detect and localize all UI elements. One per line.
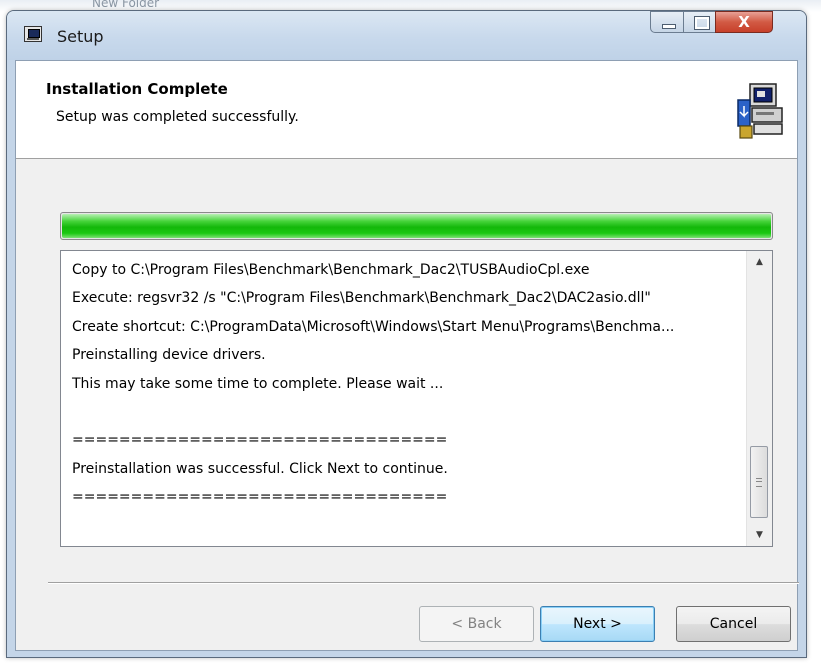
next-button[interactable]: Next > — [540, 606, 655, 642]
install-log-lines: Copy to C:\Program Files\Benchmark\Bench… — [61, 251, 746, 546]
window-title: Setup — [57, 27, 104, 46]
title-bar[interactable]: Setup X — [7, 11, 806, 60]
dialog-header: Installation Complete Setup was complete… — [16, 61, 797, 159]
close-icon: X — [738, 13, 750, 31]
dialog-client-area: Installation Complete Setup was complete… — [15, 60, 799, 651]
minimize-button[interactable] — [650, 11, 684, 33]
log-line: Preinstallation was successful. Click Ne… — [72, 460, 448, 477]
back-button[interactable]: < Back — [419, 606, 534, 642]
log-line: ================================ — [72, 432, 448, 449]
page-subtitle: Setup was completed successfully. — [56, 109, 299, 125]
page-title: Installation Complete — [46, 80, 228, 98]
scroll-up-arrow-icon[interactable]: ▲ — [747, 251, 772, 273]
progress-bar-fill — [62, 214, 771, 238]
maximize-icon — [694, 16, 710, 30]
log-line: Execute: regsvr32 /s "C:\Program Files\B… — [72, 290, 651, 307]
minimize-icon — [662, 24, 676, 29]
progress-bar — [60, 212, 773, 240]
log-scrollbar[interactable]: ▲ ▼ — [746, 251, 772, 546]
install-log[interactable]: Copy to C:\Program Files\Benchmark\Bench… — [60, 250, 773, 547]
scroll-thumb[interactable] — [750, 446, 768, 518]
cancel-button[interactable]: Cancel — [676, 606, 791, 642]
background-folder-label: New Folder — [92, 0, 160, 10]
close-button[interactable]: X — [715, 11, 773, 33]
setup-window: Setup X Installation Complete Setup was … — [6, 10, 807, 658]
maximize-button[interactable] — [683, 11, 716, 33]
log-line: Copy to C:\Program Files\Benchmark\Bench… — [72, 262, 590, 278]
scroll-down-arrow-icon[interactable]: ▼ — [747, 524, 772, 546]
log-line: Preinstalling device drivers. — [72, 347, 266, 364]
log-line: This may take some time to complete. Ple… — [72, 375, 444, 392]
button-divider — [48, 582, 799, 584]
log-line: Create shortcut: C:\ProgramData\Microsof… — [72, 318, 675, 335]
computer-install-icon — [737, 83, 783, 139]
log-line: ================================ — [72, 489, 448, 506]
setup-window-icon — [24, 26, 42, 42]
